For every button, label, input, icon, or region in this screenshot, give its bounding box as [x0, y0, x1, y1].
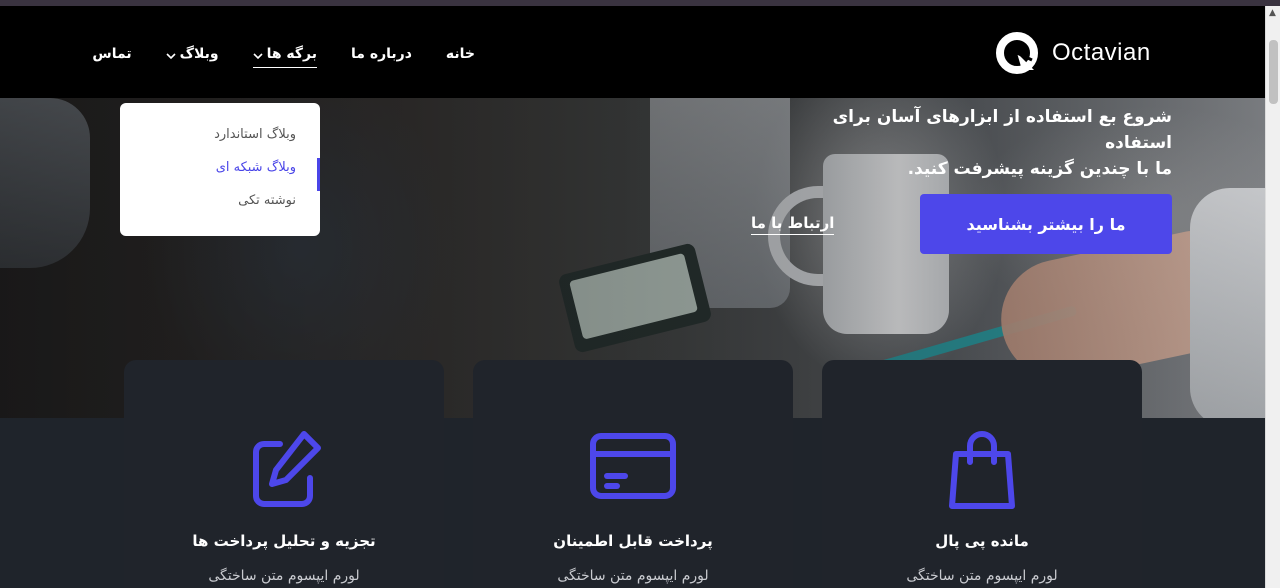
- credit-card-icon: [585, 422, 681, 518]
- pages-dropdown-menu: وبلاگ استاندارد وبلاگ شبکه ای نوشته تکی: [120, 103, 320, 236]
- navbar: Octavian خانه درباره ما برگه ها وبلاگ تم…: [0, 6, 1265, 98]
- contact-us-link[interactable]: ارتباط با ما: [751, 214, 835, 235]
- octavian-logo-icon: [994, 30, 1040, 76]
- scrollbar-thumb[interactable]: [1269, 40, 1278, 104]
- hero-text-line: شروع بع استفاده از ابزارهای آسان برای اس…: [832, 107, 1172, 153]
- nav-item-label: درباره ما: [351, 46, 412, 62]
- brand-name: Octavian: [1052, 39, 1151, 66]
- card-title: پرداخت قابل اطمینان: [553, 532, 713, 550]
- chevron-down-icon: [166, 49, 176, 60]
- edit-icon: [236, 422, 332, 518]
- chevron-down-icon: [253, 49, 263, 60]
- nav-item-label: وبلاگ: [179, 46, 219, 62]
- nav-item-blog[interactable]: وبلاگ: [166, 46, 219, 62]
- learn-more-button[interactable]: ما را بیشتر بشناسید: [920, 194, 1172, 254]
- nav-item-label: خانه: [445, 46, 475, 62]
- feature-card-payment: پرداخت قابل اطمینان لورم ایپسوم متن ساخت…: [473, 360, 793, 588]
- nav-item-label: برگه ها: [266, 46, 318, 62]
- hero-text-line: ما با چندین گزینه پیشرفت کنید.: [907, 159, 1172, 179]
- brand-logo[interactable]: Octavian: [994, 30, 1151, 76]
- dropdown-item-grid-blog[interactable]: وبلاگ شبکه ای: [120, 158, 320, 191]
- card-text: لورم ایپسوم متن ساختگی: [906, 568, 1058, 584]
- nav-item-label: تماس: [92, 46, 132, 62]
- dropdown-item-standard-blog[interactable]: وبلاگ استاندارد: [120, 125, 320, 158]
- nav-item-about[interactable]: درباره ما: [351, 46, 412, 62]
- card-text: لورم ایپسوم متن ساختگی: [208, 568, 360, 584]
- card-text: لورم ایپسوم متن ساختگی: [557, 568, 709, 584]
- nav-item-contact[interactable]: تماس: [92, 46, 131, 62]
- scroll-up-arrow-icon[interactable]: ▲: [1269, 8, 1276, 18]
- page-scrollbar[interactable]: ▲: [1265, 6, 1280, 588]
- main-nav: خانه درباره ما برگه ها وبلاگ تماس: [92, 40, 475, 68]
- hero-description: شروع بع استفاده از ابزارهای آسان برای اس…: [772, 104, 1172, 182]
- feature-card-analytics: تجزیه و تحلیل پرداخت ها لورم ایپسوم متن …: [124, 360, 444, 588]
- feature-card-paypal: مانده پی پال لورم ایپسوم متن ساختگی: [822, 360, 1142, 588]
- dropdown-item-single-post[interactable]: نوشته تکی: [120, 191, 320, 224]
- card-title: تجزیه و تحلیل پرداخت ها: [192, 532, 376, 550]
- shopping-bag-icon: [934, 422, 1030, 518]
- card-title: مانده پی پال: [935, 532, 1029, 550]
- nav-item-home[interactable]: خانه: [446, 46, 475, 62]
- nav-item-pages[interactable]: برگه ها: [252, 46, 318, 68]
